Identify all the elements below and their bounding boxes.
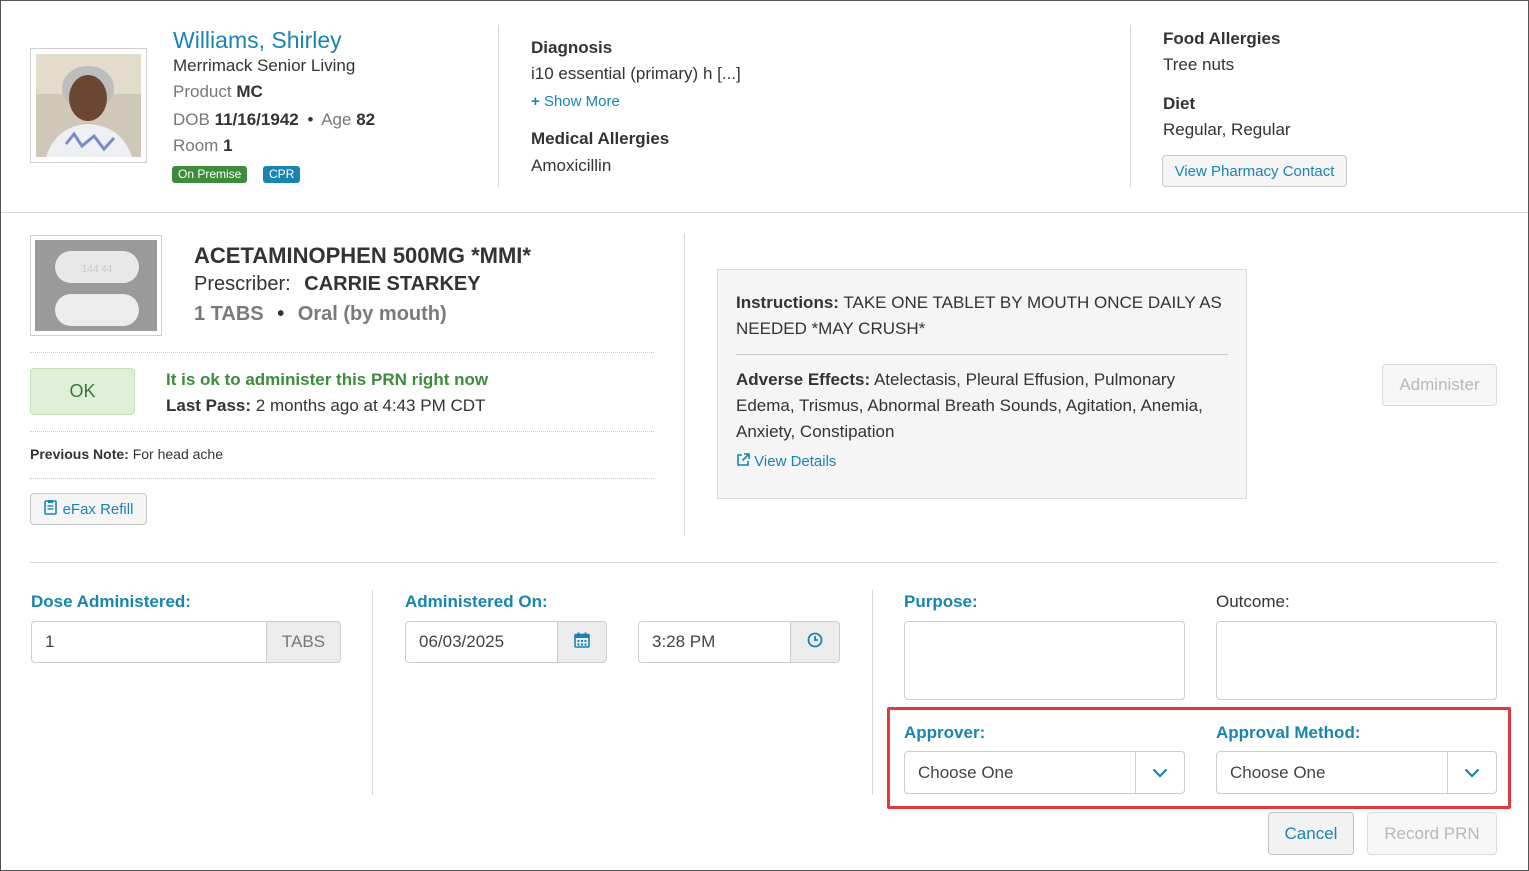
outcome-label: Outcome: bbox=[1216, 592, 1290, 611]
dob-bullet: • bbox=[307, 110, 314, 129]
previous-note-label: Previous Note: bbox=[30, 446, 129, 462]
dob-label: DOB bbox=[173, 110, 210, 129]
ok-button[interactable]: OK bbox=[30, 368, 135, 415]
chevron-down-icon bbox=[1152, 763, 1168, 783]
chevron-down-icon bbox=[1464, 763, 1480, 783]
cpr-badge: CPR bbox=[263, 166, 301, 183]
form-divider-1 bbox=[372, 590, 373, 795]
on-premise-badge: On Premise bbox=[172, 166, 248, 183]
room-value: 1 bbox=[223, 136, 233, 155]
diet-value: Regular, Regular bbox=[1163, 120, 1291, 139]
adverse-effects-text: Adverse Effects: Atelectasis, Pleural Ef… bbox=[736, 355, 1228, 445]
med-divider bbox=[684, 233, 685, 536]
calendar-icon bbox=[574, 632, 590, 653]
product-label: Product bbox=[173, 82, 232, 101]
dose-value: 1 TABS bbox=[194, 303, 264, 325]
administered-on-label: Administered On: bbox=[405, 592, 548, 611]
date-input[interactable]: 06/03/2025 bbox=[405, 621, 558, 663]
administer-button[interactable]: Administer bbox=[1382, 364, 1497, 406]
show-more-label: Show More bbox=[543, 93, 620, 110]
record-prn-button[interactable]: Record PRN bbox=[1367, 812, 1497, 855]
calendar-button[interactable] bbox=[557, 621, 607, 663]
medication-name: ACETAMINOPHEN 500MG *MMI* bbox=[194, 243, 531, 268]
header-separator bbox=[1, 212, 1528, 213]
dob-value: 11/16/1942 bbox=[214, 110, 299, 129]
last-pass-value: 2 months ago at 4:43 PM CDT bbox=[255, 396, 486, 415]
approval-method-dropdown-toggle[interactable] bbox=[1447, 752, 1496, 793]
food-allergies-value: Tree nuts bbox=[1163, 55, 1235, 74]
instructions-label: Instructions: bbox=[736, 293, 839, 312]
patient-dob: DOB 11/16/1942 • Age 82 bbox=[173, 110, 375, 130]
cancel-button[interactable]: Cancel bbox=[1268, 812, 1354, 855]
previous-note-value: For head ache bbox=[132, 446, 223, 462]
age-label: Age bbox=[321, 110, 352, 129]
external-link-icon bbox=[736, 450, 750, 476]
header-divider-1 bbox=[498, 25, 499, 187]
diagnosis-title: Diagnosis bbox=[531, 38, 613, 57]
efax-refill-button[interactable]: eFax Refill bbox=[30, 493, 147, 525]
view-details-label: View Details bbox=[754, 453, 837, 470]
pill-imprint: 144 44 bbox=[82, 264, 113, 275]
plus-icon: + bbox=[531, 93, 540, 110]
med-separator-3 bbox=[30, 478, 654, 479]
fax-icon bbox=[43, 499, 57, 519]
prescriber-value: CARRIE STARKEY bbox=[304, 273, 481, 295]
med-separator-2 bbox=[30, 431, 654, 432]
clock-icon bbox=[807, 632, 823, 653]
instructions-panel: Instructions: TAKE ONE TABLET BY MOUTH O… bbox=[717, 269, 1247, 499]
medical-allergies-value: Amoxicillin bbox=[531, 156, 612, 175]
dose-input[interactable]: 1 bbox=[31, 621, 267, 663]
food-allergies-title: Food Allergies bbox=[1163, 29, 1281, 48]
med-separator-1 bbox=[30, 352, 654, 353]
prescriber-row: Prescriber: CARRIE STARKEY bbox=[194, 273, 481, 296]
previous-note-row: Previous Note: For head ache bbox=[30, 446, 223, 462]
dose-bullet: • bbox=[277, 303, 285, 325]
dose-route-row: 1 TABS • Oral (by mouth) bbox=[194, 303, 447, 326]
view-pharmacy-contact-button[interactable]: View Pharmacy Contact bbox=[1162, 155, 1347, 187]
purpose-textarea[interactable] bbox=[904, 621, 1185, 700]
route-value: Oral (by mouth) bbox=[297, 303, 447, 325]
diagnosis-value: i10 essential (primary) h [...] bbox=[531, 64, 741, 83]
show-more-link[interactable]: + Show More bbox=[531, 93, 620, 110]
time-input[interactable]: 3:28 PM bbox=[638, 621, 791, 663]
product-value: MC bbox=[236, 82, 263, 101]
patient-avatar bbox=[30, 48, 147, 163]
age-value: 82 bbox=[356, 110, 376, 129]
purpose-label: Purpose: bbox=[904, 592, 978, 611]
patient-facility: Merrimack Senior Living bbox=[173, 56, 356, 75]
prescriber-label: Prescriber: bbox=[194, 273, 291, 295]
clock-button[interactable] bbox=[790, 621, 840, 663]
room-label: Room bbox=[173, 136, 219, 155]
approver-dropdown-toggle[interactable] bbox=[1135, 752, 1184, 793]
approver-label: Approver: bbox=[904, 723, 986, 742]
patient-product: Product MC bbox=[173, 82, 263, 102]
patient-room: Room 1 bbox=[173, 136, 233, 156]
adverse-effects-label: Adverse Effects: bbox=[736, 370, 871, 389]
form-divider-2 bbox=[872, 590, 873, 795]
diet-title: Diet bbox=[1163, 94, 1196, 113]
approval-method-label: Approval Method: bbox=[1216, 723, 1361, 742]
view-details-link[interactable]: View Details bbox=[736, 449, 1228, 476]
last-pass-row: Last Pass: 2 months ago at 4:43 PM CDT bbox=[166, 396, 485, 416]
form-separator bbox=[30, 562, 1497, 563]
dose-unit-addon: TABS bbox=[266, 621, 341, 663]
medical-allergies-title: Medical Allergies bbox=[531, 129, 670, 148]
pill-image: 144 44 bbox=[30, 235, 162, 336]
instructions-text: Instructions: TAKE ONE TABLET BY MOUTH O… bbox=[736, 290, 1228, 355]
patient-name[interactable]: Williams, Shirley bbox=[173, 27, 342, 54]
last-pass-label: Last Pass: bbox=[166, 396, 252, 415]
outcome-textarea[interactable] bbox=[1216, 621, 1497, 700]
dose-administered-label: Dose Administered: bbox=[31, 592, 191, 611]
efax-refill-label: eFax Refill bbox=[62, 500, 134, 518]
header-divider-2 bbox=[1130, 25, 1131, 187]
prn-status: It is ok to administer this PRN right no… bbox=[166, 370, 489, 389]
